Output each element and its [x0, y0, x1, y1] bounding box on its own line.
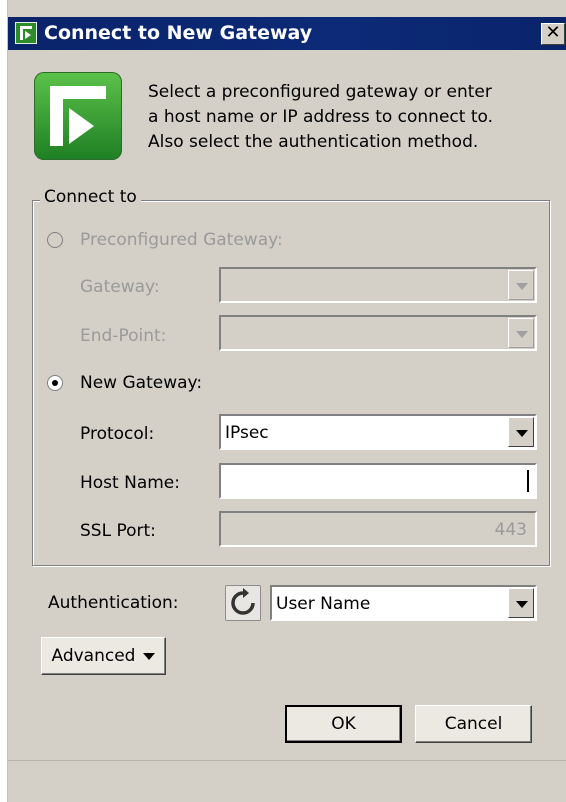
endpoint-dropdown[interactable]	[219, 315, 537, 351]
title-bar: Connect to New Gateway ✕	[8, 17, 566, 50]
advanced-label: Advanced	[51, 646, 136, 666]
host-name-label: Host Name:	[80, 473, 180, 493]
connect-dialog: Connect to New Gateway ✕ Select a precon…	[7, 0, 566, 802]
protocol-label: Protocol:	[80, 424, 155, 444]
status-bar-divider	[8, 760, 566, 761]
preconfigured-gateway-radio[interactable]	[47, 232, 63, 248]
chevron-down-icon	[516, 283, 528, 290]
gateway-label: Gateway:	[80, 277, 160, 297]
preconfigured-gateway-label: Preconfigured Gateway:	[80, 230, 283, 250]
close-icon: ✕	[545, 22, 561, 43]
endpoint-label: End-Point:	[80, 326, 167, 346]
close-button[interactable]: ✕	[541, 23, 565, 45]
chevron-down-icon	[143, 652, 156, 660]
ssl-port-value: 443	[494, 520, 527, 540]
chevron-down-icon	[516, 331, 528, 338]
new-gateway-radio[interactable]	[47, 375, 63, 391]
ok-button[interactable]: OK	[285, 705, 402, 743]
authentication-value: User Name	[276, 594, 371, 614]
ssl-port-input[interactable]: 443	[219, 511, 537, 547]
new-gateway-label: New Gateway:	[80, 373, 203, 393]
radio-selected-dot	[52, 380, 58, 386]
refresh-icon	[231, 588, 255, 615]
protocol-dropdown[interactable]: IPsec	[219, 414, 537, 450]
authentication-label: Authentication:	[48, 593, 179, 613]
authentication-dropdown-arrow[interactable]	[508, 588, 534, 618]
chevron-down-icon	[516, 601, 528, 608]
refresh-button[interactable]	[225, 585, 261, 621]
app-logo-icon	[34, 72, 122, 160]
endpoint-dropdown-arrow[interactable]	[508, 318, 534, 348]
authentication-dropdown[interactable]: User Name	[270, 585, 537, 621]
app-logo-icon	[15, 22, 37, 44]
cancel-label: Cancel	[444, 714, 503, 734]
protocol-dropdown-arrow[interactable]	[508, 417, 534, 447]
gateway-dropdown-arrow[interactable]	[508, 270, 534, 300]
text-caret	[527, 470, 529, 492]
ok-label: OK	[331, 714, 356, 734]
connect-to-group-label: Connect to	[40, 187, 141, 207]
ssl-port-label: SSL Port:	[80, 521, 156, 541]
intro-text: Select a preconfigured gateway or enter …	[148, 82, 494, 152]
window-title: Connect to New Gateway	[44, 22, 313, 44]
gateway-dropdown[interactable]	[219, 267, 537, 303]
host-name-input[interactable]	[219, 463, 537, 499]
protocol-value: IPsec	[225, 423, 269, 443]
advanced-button[interactable]: Advanced	[41, 637, 166, 675]
chevron-down-icon	[516, 430, 528, 437]
cancel-button[interactable]: Cancel	[415, 705, 532, 743]
